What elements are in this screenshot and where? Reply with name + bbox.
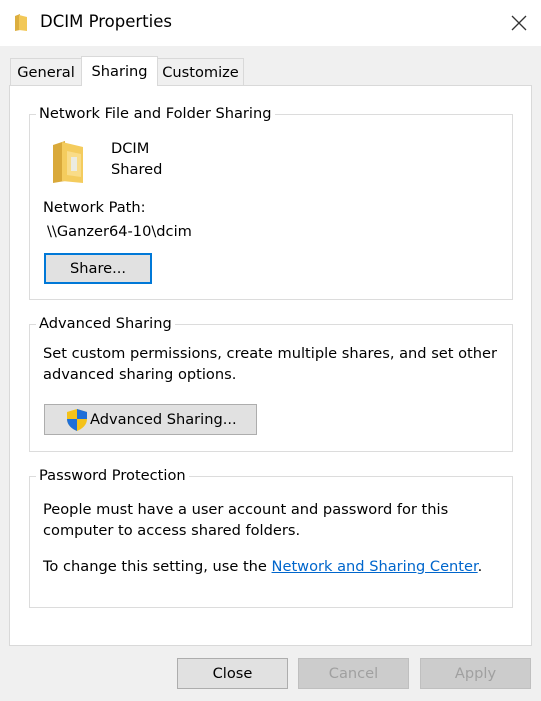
close-button[interactable]: Close [177, 658, 288, 689]
folder-name: DCIM [111, 140, 150, 157]
cancel-button[interactable]: Cancel [298, 658, 409, 689]
network-path-value: \\Ganzer64-10\dcim [47, 223, 192, 240]
network-sharing-group: Network File and Folder Sharing DCIM Sha… [29, 105, 513, 300]
share-button[interactable]: Share... [44, 253, 152, 284]
password-protection-line-3: To change this setting, use the Network … [43, 558, 482, 575]
title-bar: DCIM Properties [0, 0, 541, 46]
tab-sharing-label: Sharing [91, 63, 148, 80]
tab-general[interactable]: General [10, 58, 82, 85]
network-sharing-group-title: Network File and Folder Sharing [36, 105, 275, 122]
share-button-label: Share... [69, 260, 127, 277]
uac-shield-icon [67, 408, 87, 431]
close-icon [511, 15, 526, 31]
advanced-sharing-group-title: Advanced Sharing [36, 315, 175, 332]
tab-general-label: General [17, 63, 75, 81]
folder-icon [15, 14, 27, 31]
network-sharing-center-link[interactable]: Network and Sharing Center [272, 558, 478, 575]
close-window-button[interactable] [496, 0, 541, 46]
password-protection-group-title: Password Protection [36, 467, 189, 484]
advanced-sharing-description-1: Set custom permissions, create multiple … [43, 345, 498, 362]
apply-button[interactable]: Apply [420, 658, 531, 689]
change-setting-prefix: To change this setting, use the [43, 558, 272, 575]
advanced-sharing-button-label: Advanced Sharing... [90, 411, 237, 428]
advanced-sharing-description-2: advanced sharing options. [43, 366, 237, 383]
window-title: DCIM Properties [40, 12, 172, 31]
password-protection-group: Password Protection People must have a u… [29, 467, 513, 608]
tab-customize[interactable]: Customize [157, 58, 244, 85]
close-button-label: Close [212, 665, 253, 682]
tab-panel: Network File and Folder Sharing DCIM Sha… [9, 85, 532, 646]
change-setting-suffix: . [477, 558, 483, 575]
cancel-button-label: Cancel [328, 665, 379, 682]
folder-icon [53, 141, 83, 183]
tab-customize-label: Customize [162, 63, 239, 81]
password-protection-line-1: People must have a user account and pass… [43, 501, 449, 518]
apply-button-label: Apply [454, 665, 497, 682]
network-path-label: Network Path: [43, 199, 146, 216]
advanced-sharing-button[interactable]: Advanced Sharing... [44, 404, 257, 435]
advanced-sharing-group: Advanced Sharing Set custom permissions,… [29, 315, 513, 452]
tab-sharing[interactable]: Sharing [81, 56, 158, 86]
folder-status: Shared [111, 161, 163, 178]
password-protection-line-2: computer to access shared folders. [43, 522, 301, 539]
